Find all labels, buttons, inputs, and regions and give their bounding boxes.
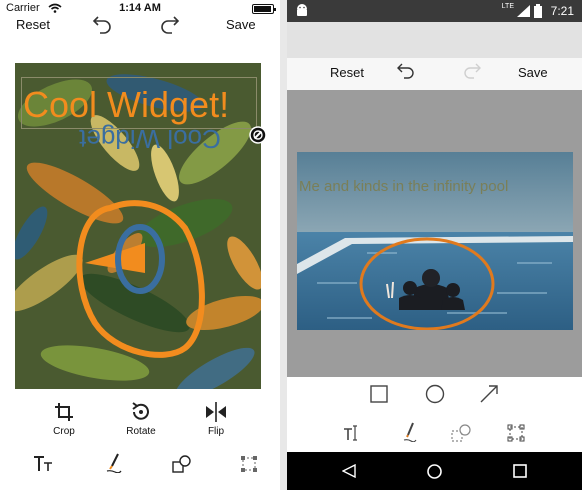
rotate-icon[interactable] bbox=[130, 401, 152, 423]
rectangle-icon[interactable] bbox=[370, 385, 388, 403]
network-type-label: LTE bbox=[501, 3, 514, 10]
rotate-label[interactable]: Rotate bbox=[111, 426, 171, 437]
android-robot-icon bbox=[297, 4, 307, 16]
pen-tool-icon[interactable] bbox=[403, 422, 417, 442]
undo-icon[interactable] bbox=[397, 62, 415, 80]
circle-icon[interactable] bbox=[425, 384, 445, 404]
reset-button[interactable]: Reset bbox=[330, 65, 364, 80]
battery-icon bbox=[252, 4, 276, 14]
battery-icon bbox=[534, 4, 542, 18]
home-icon[interactable] bbox=[427, 464, 442, 479]
android-editor-panel: LTE 7:21 Reset Save Me and kinds in the … bbox=[287, 0, 582, 490]
redo-icon[interactable] bbox=[160, 13, 180, 35]
panel-divider bbox=[280, 0, 287, 490]
save-button[interactable]: Save bbox=[226, 17, 256, 32]
ios-editor-panel: Carrier 1:14 AM Reset Save Cool Widget! … bbox=[0, 0, 280, 490]
status-time: 7:21 bbox=[550, 4, 574, 18]
ios-photo-canvas[interactable]: Cool Widget! Cool Widget bbox=[15, 63, 261, 389]
android-canvas: Me and kinds in the infinity pool bbox=[287, 90, 582, 377]
undo-icon[interactable] bbox=[92, 13, 112, 35]
shape-tool-icon[interactable] bbox=[172, 455, 192, 473]
flip-icon[interactable] bbox=[205, 402, 227, 422]
selection-tool-icon[interactable] bbox=[507, 424, 525, 442]
pool-photo[interactable]: Me and kinds in the infinity pool bbox=[297, 152, 573, 330]
flip-label[interactable]: Flip bbox=[186, 426, 246, 437]
android-status-bar: LTE 7:21 bbox=[287, 0, 582, 22]
signal-icon bbox=[517, 5, 530, 17]
text-tool-icon[interactable] bbox=[343, 424, 361, 442]
mirrored-annotation[interactable]: Cool Widget bbox=[55, 123, 245, 155]
shape-tool-icon[interactable] bbox=[451, 424, 473, 442]
redo-icon bbox=[464, 63, 481, 79]
pen-tool-icon[interactable] bbox=[106, 453, 122, 473]
save-button[interactable]: Save bbox=[518, 65, 548, 80]
crop-label[interactable]: Crop bbox=[34, 426, 94, 437]
back-icon[interactable] bbox=[342, 464, 356, 478]
caption-annotation[interactable]: Me and kinds in the infinity pool bbox=[299, 178, 569, 195]
recents-icon[interactable] bbox=[513, 464, 527, 478]
remove-handle-icon[interactable] bbox=[249, 126, 267, 144]
crop-icon[interactable] bbox=[54, 402, 74, 422]
arrow-icon[interactable] bbox=[479, 384, 499, 404]
reset-button[interactable]: Reset bbox=[16, 17, 50, 32]
status-time: 1:14 AM bbox=[119, 2, 161, 14]
android-nav-bar bbox=[287, 452, 582, 490]
ios-status-bar: Carrier 1:14 AM bbox=[0, 0, 280, 18]
text-tool-icon[interactable] bbox=[33, 455, 53, 473]
selection-tool-icon[interactable] bbox=[240, 455, 258, 473]
android-app-bar bbox=[287, 22, 582, 58]
